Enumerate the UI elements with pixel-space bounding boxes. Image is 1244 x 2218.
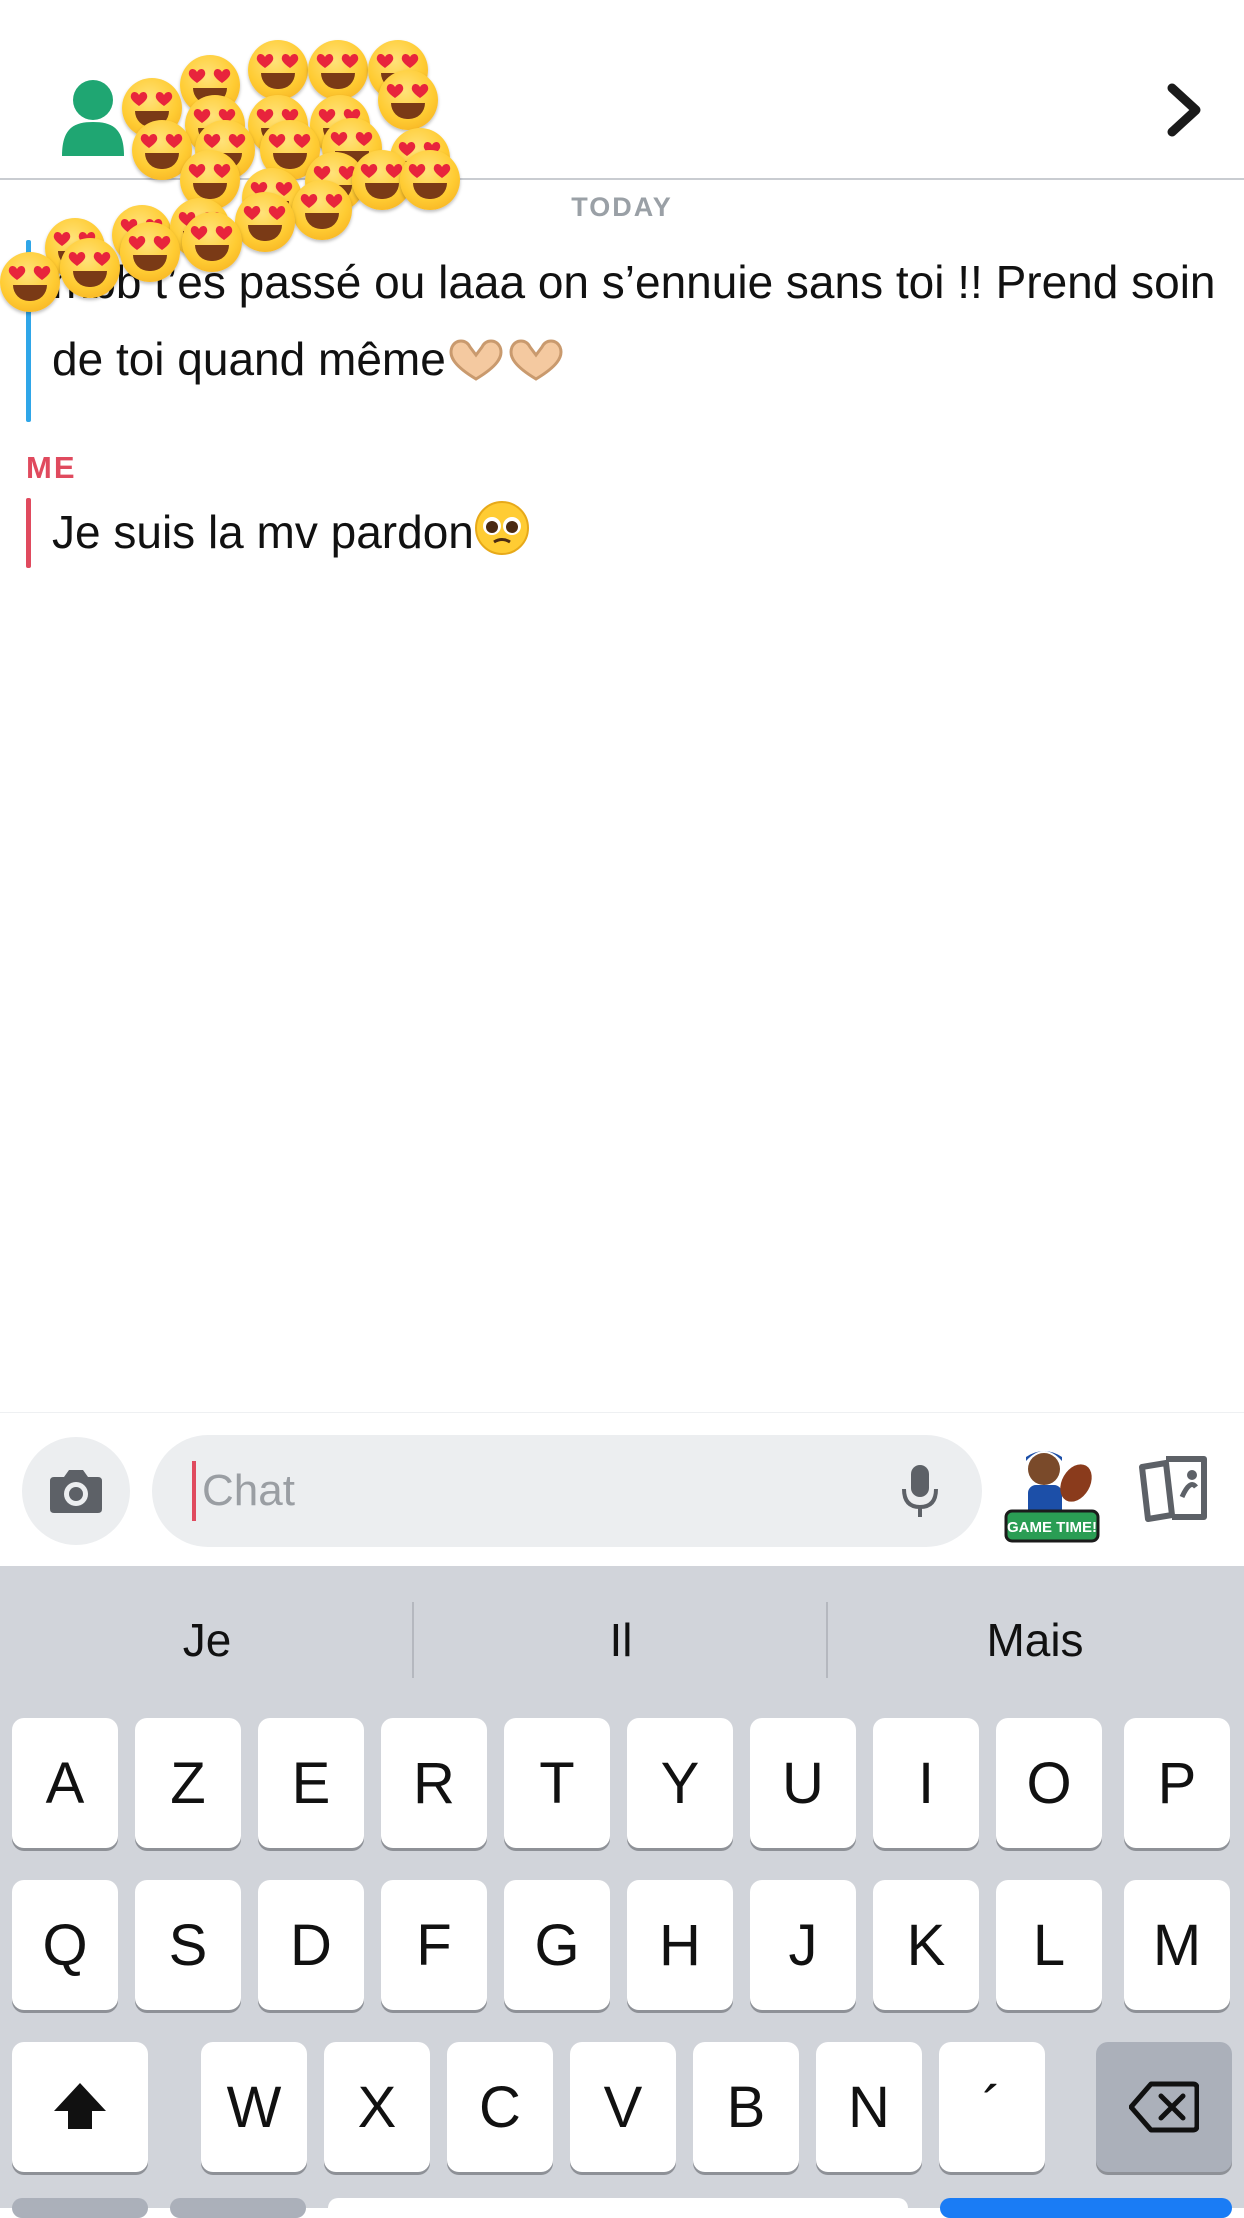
key[interactable]: F	[381, 1880, 487, 2010]
key[interactable]: Q	[12, 1880, 118, 2010]
chat-input-field[interactable]	[152, 1435, 982, 1547]
key[interactable]: A	[12, 1718, 118, 1848]
suggestion-1[interactable]: Je	[0, 1566, 414, 1714]
key[interactable]: L	[996, 1880, 1102, 2010]
chat-composer: GAME TIME!	[0, 1412, 1244, 1566]
date-separator: TODAY	[571, 192, 673, 222]
message-me: Je suis la mv pardon	[26, 498, 1226, 568]
backspace-icon	[1129, 2081, 1199, 2133]
bitmoji-caption: GAME TIME!	[1007, 1519, 1097, 1536]
key[interactable]: R	[381, 1718, 487, 1848]
chat-input[interactable]	[200, 1459, 840, 1523]
key[interactable]: B	[693, 2042, 799, 2172]
backspace-key[interactable]	[1096, 2042, 1232, 2172]
heart-hands-emoji	[506, 329, 566, 406]
pleading-face-emoji	[474, 500, 530, 579]
user-silhouette-icon	[62, 80, 124, 156]
key[interactable]: P	[1124, 1718, 1230, 1848]
key[interactable]: C	[447, 2042, 553, 2172]
suggestion-2[interactable]: Il	[414, 1566, 828, 1714]
keyboard: Je Il Mais A Z E R T Y U I O P Q S D F G…	[0, 1566, 1244, 2218]
space-key[interactable]	[328, 2198, 908, 2218]
key[interactable]: T	[504, 1718, 610, 1848]
key[interactable]: V	[570, 2042, 676, 2172]
key[interactable]: J	[750, 1880, 856, 2010]
friend-avatar[interactable]	[60, 78, 126, 158]
heart-hands-emoji	[446, 329, 506, 406]
chat-header	[0, 0, 1244, 180]
suggestion-bar: Je Il Mais	[0, 1566, 1244, 1714]
message-bubble-text: Je suis la mv pardon	[52, 494, 1242, 579]
chevron-right-icon[interactable]	[1164, 82, 1204, 138]
message-sender-bar	[26, 498, 31, 568]
shift-key[interactable]	[12, 2042, 148, 2172]
sticker-cards-icon[interactable]	[1132, 1449, 1214, 1531]
key[interactable]: W	[201, 2042, 307, 2172]
key[interactable]: K	[873, 1880, 979, 2010]
key[interactable]: H	[627, 1880, 733, 2010]
microphone-icon[interactable]	[900, 1463, 940, 1521]
key[interactable]: Z	[135, 1718, 241, 1848]
camera-icon	[50, 1470, 102, 1513]
text-cursor	[192, 1461, 196, 1521]
message-bubble-text: mbb t’es passé ou laaa on s’ennuie sans …	[52, 244, 1242, 406]
key[interactable]: S	[135, 1880, 241, 2010]
key[interactable]: U	[750, 1718, 856, 1848]
emoji-key[interactable]	[170, 2198, 306, 2218]
message-text: mbb t’es passé ou laaa on s’ennuie sans …	[52, 256, 1216, 385]
send-key[interactable]	[940, 2198, 1232, 2218]
key[interactable]: O	[996, 1718, 1102, 1848]
key[interactable]: M	[1124, 1880, 1230, 2010]
camera-button[interactable]	[22, 1437, 130, 1545]
message-sender-bar	[26, 240, 31, 422]
key[interactable]: I	[873, 1718, 979, 1848]
key[interactable]: Y	[627, 1718, 733, 1848]
shift-arrow-icon	[54, 2083, 106, 2129]
key[interactable]: ´	[939, 2042, 1045, 2172]
bitmoji-button[interactable]: GAME TIME!	[1004, 1427, 1104, 1557]
numbers-key[interactable]	[12, 2198, 148, 2218]
key[interactable]: G	[504, 1880, 610, 2010]
key[interactable]: D	[258, 1880, 364, 2010]
message-text: Je suis la mv pardon	[52, 506, 474, 558]
sender-label-me: ME	[26, 450, 77, 485]
key[interactable]: E	[258, 1718, 364, 1848]
key[interactable]: X	[324, 2042, 430, 2172]
key[interactable]: N	[816, 2042, 922, 2172]
message-friend: mbb t’es passé ou laaa on s’ennuie sans …	[26, 240, 1226, 422]
suggestion-3[interactable]: Mais	[828, 1566, 1242, 1714]
